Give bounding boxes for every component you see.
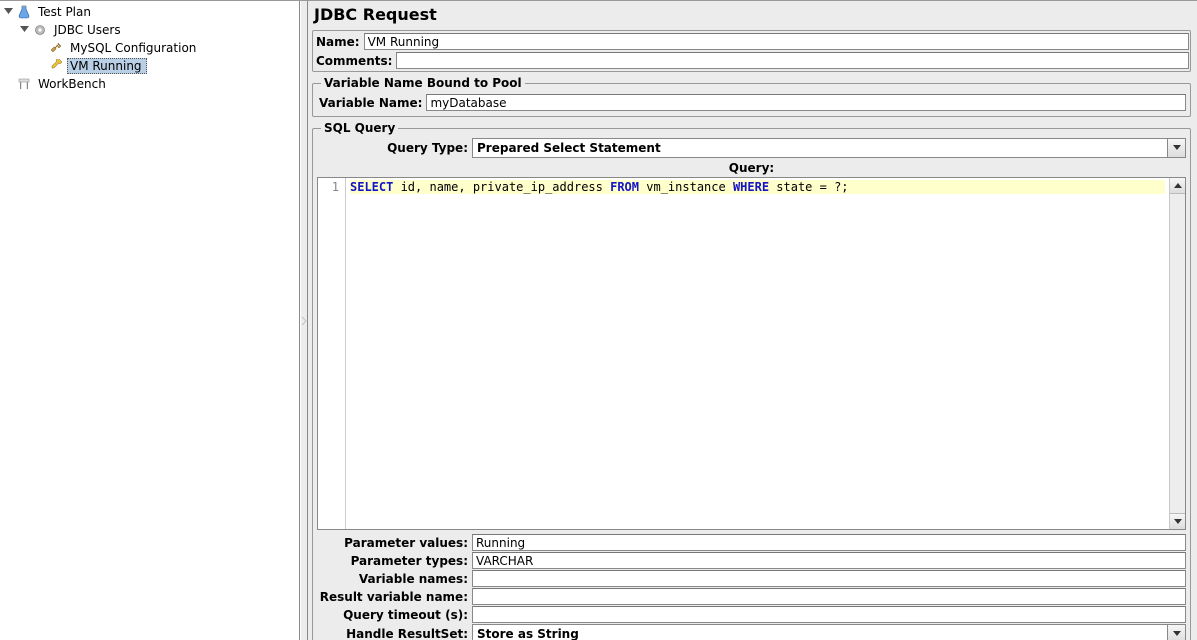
param-types-label: Parameter types: bbox=[317, 554, 472, 568]
scroll-down-icon[interactable] bbox=[1170, 513, 1185, 529]
tree-item-mysql-conf[interactable]: MySQL Configuration bbox=[4, 39, 299, 57]
scroll-up-icon[interactable] bbox=[1170, 178, 1185, 194]
tree-toggle-icon[interactable] bbox=[4, 8, 13, 17]
tree-label: MySQL Configuration bbox=[67, 40, 201, 56]
sql-legend: SQL Query bbox=[321, 121, 398, 135]
result-var-input[interactable] bbox=[472, 588, 1186, 605]
sql-code[interactable]: SELECT id, name, private_ip_address FROM… bbox=[346, 178, 1169, 529]
query-type-label: Query Type: bbox=[317, 141, 472, 155]
name-input[interactable] bbox=[364, 33, 1189, 50]
var-name-row: Variable Name: bbox=[317, 93, 1186, 112]
comments-input[interactable] bbox=[396, 52, 1189, 69]
param-values-input[interactable] bbox=[472, 534, 1186, 551]
tree-label: Test Plan bbox=[35, 4, 96, 20]
gear-icon bbox=[32, 22, 48, 38]
flask-icon bbox=[16, 4, 32, 20]
workbench-icon bbox=[16, 76, 32, 92]
tree-label: VM Running bbox=[67, 58, 147, 74]
handle-rs-value: Store as String bbox=[472, 624, 1168, 640]
tree-toggle-icon[interactable] bbox=[20, 26, 29, 35]
handle-rs-label: Handle ResultSet: bbox=[317, 627, 472, 640]
var-names-input[interactable] bbox=[472, 570, 1186, 587]
query-type-row: Query Type: Prepared Select Statement bbox=[317, 138, 1186, 158]
var-name-input[interactable] bbox=[426, 94, 1186, 111]
main-pane: JDBC Request Name: Comments: Variable Na… bbox=[308, 1, 1197, 640]
pool-legend: Variable Name Bound to Pool bbox=[321, 76, 525, 90]
tree-label: WorkBench bbox=[35, 76, 111, 92]
comments-row: Comments: bbox=[314, 51, 1189, 70]
handle-rs-combo[interactable]: Store as String bbox=[472, 624, 1186, 640]
tree-item-workbench[interactable]: WorkBench bbox=[4, 75, 299, 93]
name-row: Name: bbox=[314, 32, 1189, 51]
tree-label: JDBC Users bbox=[51, 22, 126, 38]
query-header: Query: bbox=[317, 160, 1186, 177]
sql-editor[interactable]: 1 SELECT id, name, private_ip_address FR… bbox=[317, 177, 1186, 530]
pipette-icon bbox=[48, 58, 64, 74]
editor-gutter: 1 bbox=[318, 178, 346, 529]
tree-pane: Test Plan JDBC Users MySQL Configuration bbox=[0, 1, 300, 640]
timeout-input[interactable] bbox=[472, 606, 1186, 623]
wrench-icon bbox=[48, 40, 64, 56]
query-area: Query: 1 SELECT id, name, private_ip_add… bbox=[317, 160, 1186, 530]
param-types-input[interactable] bbox=[472, 552, 1186, 569]
result-var-label: Result variable name: bbox=[317, 590, 472, 604]
timeout-label: Query timeout (s): bbox=[317, 608, 472, 622]
dropdown-icon[interactable] bbox=[1168, 138, 1186, 158]
query-type-value: Prepared Select Statement bbox=[472, 138, 1168, 158]
tree-item-jdbc-users[interactable]: JDBC Users bbox=[4, 21, 299, 39]
dropdown-icon[interactable] bbox=[1168, 624, 1186, 640]
name-label: Name: bbox=[314, 35, 364, 49]
split-handle[interactable] bbox=[300, 1, 308, 640]
var-name-label: Variable Name: bbox=[317, 96, 426, 110]
sql-group: SQL Query Query Type: Prepared Select St… bbox=[312, 121, 1191, 640]
app-root: Test Plan JDBC Users MySQL Configuration bbox=[0, 0, 1197, 640]
panel-title: JDBC Request bbox=[312, 3, 1191, 30]
query-type-combo[interactable]: Prepared Select Statement bbox=[472, 138, 1186, 158]
vertical-scrollbar[interactable] bbox=[1169, 178, 1185, 529]
tree-item-test-plan[interactable]: Test Plan bbox=[4, 3, 299, 21]
var-names-label: Variable names: bbox=[317, 572, 472, 586]
param-values-label: Parameter values: bbox=[317, 536, 472, 550]
top-fields: Name: Comments: bbox=[312, 30, 1191, 72]
comments-label: Comments: bbox=[314, 54, 396, 68]
tree-item-vm-running[interactable]: VM Running bbox=[4, 57, 299, 75]
sql-fields: Parameter values: Parameter types: Varia… bbox=[317, 534, 1186, 640]
pool-group: Variable Name Bound to Pool Variable Nam… bbox=[312, 76, 1191, 117]
